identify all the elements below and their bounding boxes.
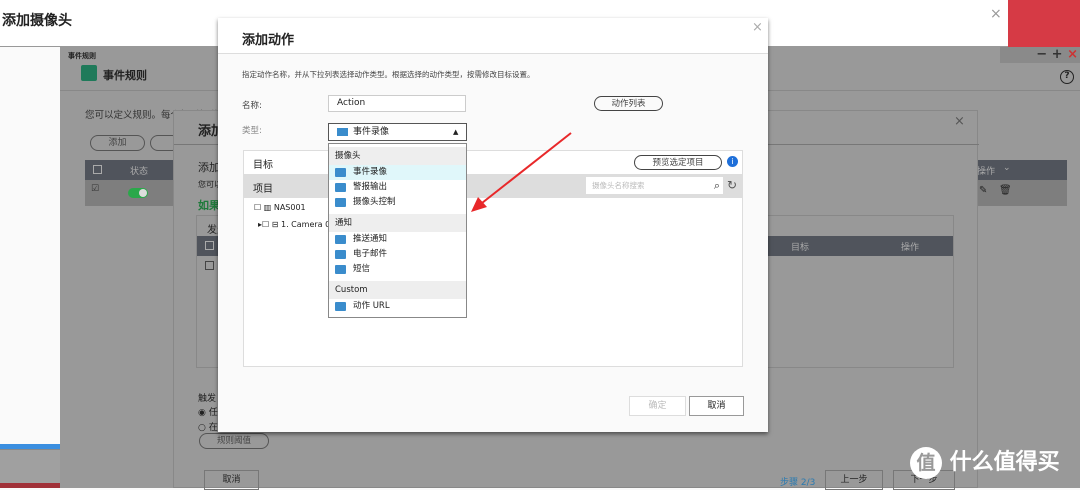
red-arrow-annotation bbox=[471, 132, 572, 212]
watermark-text: 什么值得买 bbox=[949, 450, 1060, 475]
watermark: 值 什么值得买 bbox=[910, 444, 1060, 479]
watermark-logo: 值 bbox=[910, 447, 942, 479]
